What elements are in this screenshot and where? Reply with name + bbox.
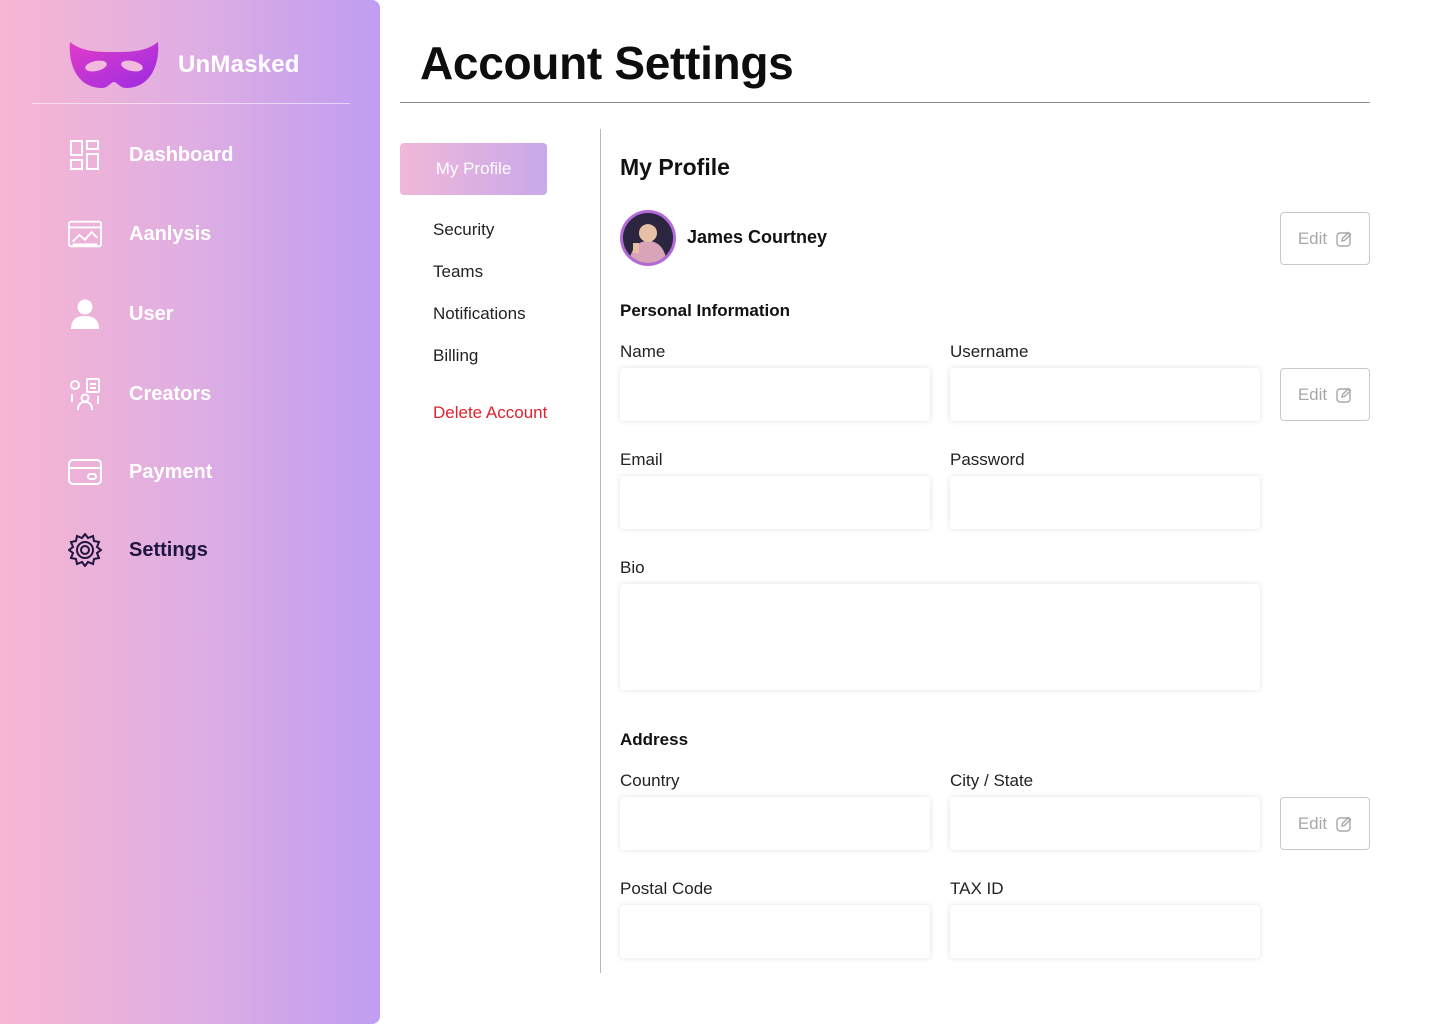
- sidebar-item-settings[interactable]: Settings: [68, 530, 208, 570]
- sidebar-item-label: Aanlysis: [129, 222, 212, 245]
- edit-label: Edit: [1297, 384, 1328, 404]
- email-field[interactable]: [620, 476, 930, 529]
- tax-id-field[interactable]: [950, 905, 1260, 958]
- city-state-field[interactable]: [950, 797, 1260, 850]
- edit-label: Edit: [1297, 228, 1328, 248]
- avatar[interactable]: [620, 210, 676, 266]
- sidebar-item-label: Payment: [129, 460, 213, 483]
- brand[interactable]: UnMasked: [68, 38, 300, 92]
- section-divider: [600, 129, 601, 973]
- sidebar: UnMasked Dashboard Aanlysis User Creator…: [0, 0, 380, 1024]
- sidebar-item-creators[interactable]: Creators: [68, 374, 211, 414]
- edit-address-button[interactable]: Edit: [1280, 797, 1370, 850]
- tab-notifications[interactable]: Notifications: [433, 304, 526, 324]
- name-label: Name: [620, 342, 666, 361]
- card-icon: [68, 455, 102, 489]
- creators-icon: [68, 377, 102, 411]
- sidebar-item-dashboard[interactable]: Dashboard: [68, 135, 233, 175]
- email-label: Email: [620, 450, 663, 469]
- sidebar-item-analysis[interactable]: Aanlysis: [68, 214, 211, 254]
- profile-name: James Courtney: [687, 227, 828, 247]
- edit-icon: [1336, 816, 1352, 832]
- city-state-label: City / State: [950, 771, 1034, 790]
- dashboard-grid-icon: [68, 138, 102, 172]
- edit-icon: [1336, 231, 1352, 247]
- brand-name: UnMasked: [178, 51, 300, 78]
- sidebar-item-user[interactable]: User: [68, 294, 173, 334]
- analysis-chart-icon: [68, 217, 102, 251]
- user-icon: [68, 297, 102, 331]
- tab-billing[interactable]: Billing: [433, 346, 478, 366]
- address-title: Address: [620, 730, 689, 749]
- bio-label: Bio: [620, 558, 645, 577]
- tab-teams[interactable]: Teams: [433, 262, 483, 282]
- edit-icon: [1336, 387, 1352, 403]
- header-divider: [400, 102, 1370, 103]
- bio-field[interactable]: [620, 584, 1260, 690]
- sidebar-item-label: Creators: [129, 382, 212, 405]
- country-label: Country: [620, 771, 680, 790]
- sidebar-item-label: User: [129, 302, 174, 325]
- gear-icon: [68, 533, 102, 567]
- country-field[interactable]: [620, 797, 930, 850]
- page-title: Account Settings: [420, 37, 794, 89]
- username-field[interactable]: [950, 368, 1260, 421]
- sidebar-item-label: Settings: [129, 538, 208, 561]
- edit-profile-button[interactable]: Edit: [1280, 212, 1370, 265]
- brand-divider: [32, 103, 350, 104]
- sidebar-item-label: Dashboard: [129, 143, 234, 166]
- username-label: Username: [950, 342, 1029, 361]
- tax-id-label: TAX ID: [950, 879, 1004, 898]
- tab-security[interactable]: Security: [433, 220, 494, 240]
- postal-code-field[interactable]: [620, 905, 930, 958]
- password-label: Password: [950, 450, 1025, 469]
- tab-my-profile[interactable]: My Profile: [400, 143, 547, 195]
- password-field[interactable]: [950, 476, 1260, 529]
- postal-code-label: Postal Code: [620, 879, 713, 898]
- mask-icon: [69, 42, 159, 88]
- sidebar-item-payment[interactable]: Payment: [68, 452, 212, 492]
- name-field[interactable]: [620, 368, 930, 421]
- avatar-image: [623, 213, 673, 263]
- delete-account-link[interactable]: Delete Account: [433, 403, 547, 423]
- edit-personal-info-button[interactable]: Edit: [1280, 368, 1370, 421]
- edit-label: Edit: [1297, 813, 1328, 833]
- personal-info-title: Personal Information: [620, 301, 791, 320]
- section-title: My Profile: [620, 154, 730, 180]
